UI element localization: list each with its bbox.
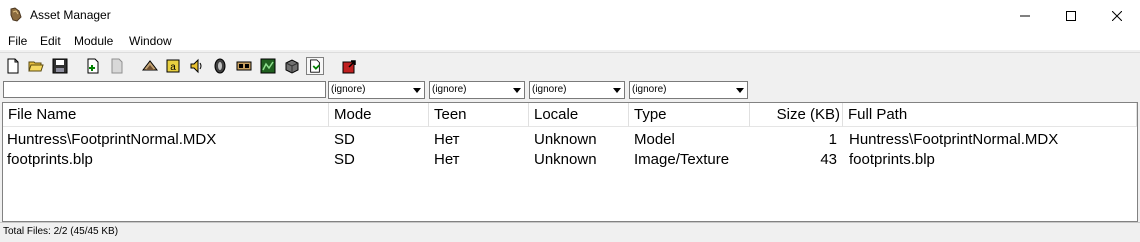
add-file-icon	[87, 58, 99, 74]
close-icon	[1112, 10, 1122, 21]
cell-locale: Unknown	[534, 131, 597, 148]
search-input[interactable]	[3, 81, 326, 98]
cell-size: 1	[828, 131, 837, 148]
column-header-size[interactable]: Size (KB)	[629, 103, 843, 127]
show-all-files-button[interactable]	[306, 57, 324, 75]
script-filter-icon	[214, 58, 226, 74]
cell-mode: SD	[334, 151, 355, 168]
cell-full-path: footprints.blp	[849, 151, 935, 168]
file-list[interactable]: File Name Mode Teen Locale Type Size (KB…	[2, 102, 1138, 222]
column-header-full-path[interactable]: Full Path	[843, 103, 1137, 127]
table-row[interactable]: Huntress\FootprintNormal.MDX SD Нет Unkn…	[3, 130, 1137, 150]
add-file-button[interactable]	[84, 57, 102, 75]
cell-type: Model	[634, 131, 675, 148]
image-filter-button[interactable]	[235, 57, 253, 75]
cell-locale: Unknown	[534, 151, 597, 168]
filter-bar: (ignore) (ignore) (ignore) (ignore)	[0, 80, 1140, 100]
column-header-file-name[interactable]: File Name	[3, 103, 329, 127]
model-filter-icon	[142, 60, 158, 71]
archive-box-icon	[285, 59, 299, 74]
locale-filter-value: (ignore)	[532, 84, 567, 95]
window-title: Asset Manager	[30, 8, 111, 22]
menu-module[interactable]: Module	[74, 34, 113, 48]
open-button[interactable]	[27, 57, 45, 75]
chevron-down-icon	[510, 82, 524, 98]
column-divider	[749, 103, 750, 127]
column-header-teen[interactable]: Teen	[429, 103, 529, 127]
cell-size: 43	[820, 151, 837, 168]
app-icon	[10, 7, 22, 22]
column-header-locale[interactable]: Locale	[529, 103, 629, 127]
table-row[interactable]: footprints.blp SD Нет Unknown Image/Text…	[3, 150, 1137, 170]
chevron-down-icon	[610, 82, 624, 98]
map-filter-icon	[260, 58, 276, 74]
column-header-mode[interactable]: Mode	[329, 103, 429, 127]
save-disk-icon	[52, 58, 68, 74]
cell-type: Image/Texture	[634, 151, 730, 168]
menu-file[interactable]: File	[8, 34, 27, 48]
chevron-down-icon	[410, 82, 424, 98]
cell-full-path: Huntress\FootprintNormal.MDX	[849, 131, 1059, 148]
new-button[interactable]	[4, 57, 22, 75]
sound-filter-icon	[190, 58, 202, 74]
menu-window[interactable]: Window	[129, 34, 172, 48]
toolbar: a	[0, 52, 1140, 79]
export-icon	[342, 60, 356, 74]
status-text: Total Files: 2/2 (45/45 KB)	[3, 226, 119, 237]
cell-mode: SD	[334, 131, 355, 148]
archive-button[interactable]	[283, 57, 301, 75]
close-button[interactable]	[1094, 0, 1140, 31]
status-bar: Total Files: 2/2 (45/45 KB)	[0, 222, 1140, 242]
chevron-down-icon	[733, 82, 747, 98]
save-button[interactable]	[51, 57, 69, 75]
new-document-icon	[7, 58, 19, 74]
cell-file-name: footprints.blp	[7, 151, 93, 168]
remove-file-icon	[111, 58, 123, 74]
maximize-button[interactable]	[1048, 0, 1094, 31]
mode-filter-value: (ignore)	[331, 84, 366, 95]
sound-filter-button[interactable]	[188, 57, 206, 75]
map-filter-button[interactable]	[259, 57, 277, 75]
cell-teen: Нет	[434, 131, 460, 148]
teen-filter-value: (ignore)	[432, 84, 467, 95]
script-filter-button[interactable]	[211, 57, 229, 75]
model-filter-button[interactable]	[141, 57, 159, 75]
type-filter-value: (ignore)	[632, 84, 667, 95]
cell-teen: Нет	[434, 151, 460, 168]
texture-filter-button[interactable]: a	[164, 57, 182, 75]
teen-filter-select[interactable]: (ignore)	[429, 81, 525, 99]
minimize-button[interactable]	[1002, 0, 1048, 31]
image-filter-icon	[236, 61, 252, 71]
remove-file-button[interactable]	[108, 57, 126, 75]
menu-bar: File Edit Module Window	[0, 31, 1140, 50]
mode-filter-select[interactable]: (ignore)	[328, 81, 425, 99]
export-button[interactable]	[340, 57, 358, 75]
svg-text:a: a	[170, 62, 176, 73]
show-all-files-icon	[310, 59, 320, 73]
title-bar: Asset Manager	[0, 0, 1140, 31]
locale-filter-select[interactable]: (ignore)	[529, 81, 625, 99]
minimize-icon	[1020, 15, 1030, 16]
type-filter-select[interactable]: (ignore)	[629, 81, 748, 99]
open-folder-icon	[28, 61, 44, 72]
cell-file-name: Huntress\FootprintNormal.MDX	[7, 131, 217, 148]
menu-edit[interactable]: Edit	[40, 34, 61, 48]
texture-filter-icon: a	[166, 59, 180, 73]
maximize-icon	[1066, 10, 1076, 21]
